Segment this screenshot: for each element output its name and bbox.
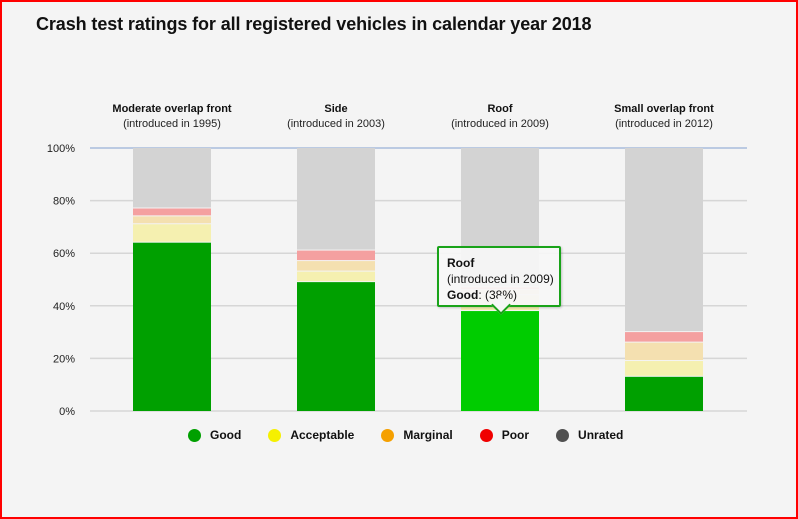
legend-item-marginal[interactable]: Marginal: [381, 428, 453, 442]
tooltip: Roof (introduced in 2009) Good: (38%): [437, 246, 561, 315]
bar-segment-poor[interactable]: [297, 250, 375, 261]
legend-item-good[interactable]: Good: [188, 428, 241, 442]
y-tick-label: 40%: [53, 301, 75, 313]
bar-segment-good[interactable]: [297, 282, 375, 411]
legend-label: Marginal: [403, 428, 453, 442]
bar-segment-unrated[interactable]: [625, 148, 703, 332]
y-tick-label: 80%: [53, 196, 75, 208]
bar-segment-good[interactable]: [461, 311, 539, 411]
y-tick-label: 100%: [47, 143, 75, 155]
legend-item-poor[interactable]: Poor: [479, 428, 530, 442]
legend-label: Good: [210, 428, 242, 442]
bar-segment-marginal[interactable]: [297, 261, 375, 271]
y-tick-label: 60%: [53, 248, 75, 260]
legend-label: Poor: [501, 428, 530, 442]
category-sublabel: (introduced in 2003): [287, 118, 385, 130]
legend-dot-icon: [268, 428, 282, 442]
bar-segment-acceptable[interactable]: [625, 361, 703, 376]
bar-segment-poor[interactable]: [133, 208, 211, 216]
bar-segment-marginal[interactable]: [133, 216, 211, 224]
category-label: Side: [324, 103, 347, 115]
legend-label: Unrated: [578, 428, 624, 442]
legend-dot-icon: [381, 428, 395, 442]
legend-dot-icon: [188, 428, 201, 442]
bar-segment-acceptable[interactable]: [133, 224, 211, 242]
bar-segment-acceptable[interactable]: [297, 271, 375, 282]
tooltip-subtitle: (introduced in 2009): [447, 272, 554, 286]
legend-item-acceptable[interactable]: Acceptable: [268, 428, 354, 442]
legend: Good Acceptable Marginal Poor Unrated: [188, 428, 650, 442]
bar-segment-poor[interactable]: [625, 332, 703, 342]
bar-segment-marginal[interactable]: [625, 342, 703, 361]
bar-segment-good[interactable]: [625, 376, 703, 411]
category-sublabel: (introduced in 1995): [123, 118, 221, 130]
bar-segment-unrated[interactable]: [297, 148, 375, 250]
legend-dot-icon: [479, 428, 493, 442]
tooltip-category: Roof: [447, 256, 475, 270]
legend-dot-icon: [556, 428, 570, 442]
bar-segment-good[interactable]: [133, 242, 211, 411]
category-label: Moderate overlap front: [112, 103, 232, 115]
category-label: Roof: [487, 103, 512, 115]
y-tick-label: 0%: [59, 406, 75, 418]
legend-item-unrated[interactable]: Unrated: [556, 428, 623, 442]
category-sublabel: (introduced in 2009): [451, 118, 549, 130]
tooltip-series: Good: [447, 288, 479, 302]
category-sublabel: (introduced in 2012): [615, 118, 713, 130]
y-tick-label: 20%: [53, 353, 75, 365]
category-label: Small overlap front: [614, 103, 714, 115]
legend-label: Acceptable: [290, 428, 355, 442]
bar-segment-unrated[interactable]: [133, 148, 211, 208]
